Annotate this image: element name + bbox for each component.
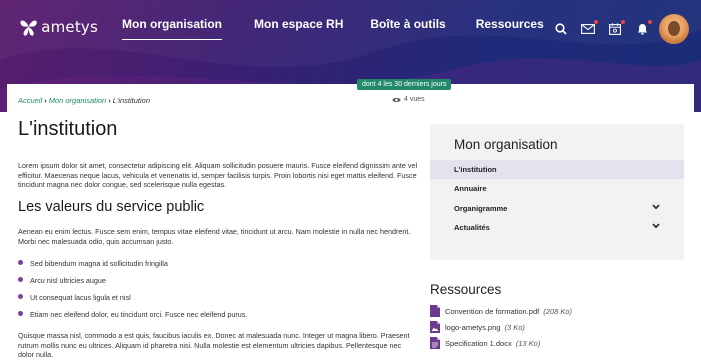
list-item-text: Arcu nisl ultricies augue [30,276,106,285]
list-item-text: Ut consequat lacus ligula et nisl [30,293,131,302]
sidebar-menu: Mon organisation L'institution Annuaire … [430,124,684,260]
list-item: Arcu nisl ultricies augue [18,276,247,293]
file-size: (3 Ko) [504,322,525,332]
breadcrumb-section-link[interactable]: Mon organisation [49,96,107,105]
breadcrumb-home-link[interactable]: Accueil [18,96,42,105]
header-tools [553,14,689,44]
sidebar-item-annuaire[interactable]: Annuaire [430,179,684,198]
bullet-dot-icon [18,294,23,299]
view-count-text: 4 vues [404,96,425,103]
brand-name: ametys [41,18,98,36]
calendar-button[interactable] [607,20,625,37]
nav-item-mon-organisation[interactable]: Mon organisation [122,17,222,40]
sidebar-item-institution[interactable]: L'institution [430,160,684,179]
list-item: Etiam nec eleifend dolor, eu tincidunt o… [18,310,247,327]
recent-views-badge: dont 4 les 30 derniers jours [357,79,452,90]
file-link-specification[interactable]: Specification 1.docx (13 Ko) [430,337,540,349]
breadcrumb-current: L'institution [112,96,151,105]
file-size: (208 Ko) [543,306,573,316]
sidebar-item-actualites[interactable]: Actualités [430,218,684,237]
search-button[interactable] [553,21,569,37]
resources-title: Ressources [430,282,502,297]
file-size: (13 Ko) [515,338,541,348]
view-count: 4 vues [392,96,425,103]
file-name: logo-ametys.png [445,322,501,332]
user-avatar[interactable] [659,14,689,44]
file-link-logo[interactable]: logo-ametys.png (3 Ko) [430,321,525,333]
sidebar-item-label: Organigramme [454,204,508,213]
list-item-text: Etiam nec eleifend dolor, eu tincidunt o… [30,310,248,319]
closing-paragraph: Quisque massa nisl, commodo a est quis, … [18,331,410,360]
sidebar-item-label: Annuaire [454,184,487,193]
chevron-down-icon[interactable] [652,223,660,229]
calendar-icon [609,23,621,35]
ametys-logo-icon [20,20,37,36]
mail-notification-dot [594,20,598,24]
list-item: Ut consequat lacus ligula et nisl [18,293,247,310]
list-item-text: Sed bibendum magna id sollicitudin fring… [30,259,168,268]
nav-item-ressources[interactable]: Ressources [476,17,544,40]
pdf-file-icon [430,305,440,317]
sidebar-item-organigramme[interactable]: Organigramme [430,199,684,218]
file-name: Convention de formation.pdf [445,306,540,316]
nav-item-boite-a-outils[interactable]: Boîte à outils [370,17,445,40]
section-title: Les valeurs du service public [18,199,205,215]
mail-icon [581,24,595,34]
calendar-notification-dot [621,20,625,24]
section-paragraph: Aenean eu enim lectus. Fusce sem enim, t… [18,227,411,246]
document-file-icon [430,337,440,349]
chevron-down-icon[interactable] [652,204,660,210]
intro-paragraph: Lorem ipsum dolor sit amet, consectetur … [18,161,418,190]
file-link-convention[interactable]: Convention de formation.pdf (208 Ko) [430,305,572,317]
notifications-button[interactable] [634,20,652,37]
bullet-list: Sed bibendum magna id sollicitudin fring… [18,259,247,327]
brand-logo[interactable]: ametys [18,10,98,44]
file-name: Specification 1.docx [445,338,512,348]
sidebar-title: Mon organisation [454,137,558,152]
nav-item-mon-espace-rh[interactable]: Mon espace RH [254,17,343,40]
bullet-dot-icon [18,260,23,265]
mail-button[interactable] [580,20,598,37]
list-item: Sed bibendum magna id sollicitudin fring… [18,259,247,276]
image-file-icon [430,321,440,333]
search-icon [555,23,567,35]
sidebar-item-label: Actualités [454,223,490,232]
bell-notification-dot [648,20,652,24]
eye-icon [392,97,401,102]
avatar-face [668,21,680,36]
sidebar-item-label: L'institution [454,165,497,174]
breadcrumb-separator-icon: › [108,96,111,105]
breadcrumb-separator-icon: › [44,96,47,105]
bullet-dot-icon [18,277,23,282]
main-nav: Mon organisation Mon espace RH Boîte à o… [122,17,576,40]
page-title: L'institution [18,118,118,140]
bullet-dot-icon [18,311,23,316]
breadcrumb: Accueil › Mon organisation › L'institution [18,96,150,105]
bell-icon [637,24,647,35]
